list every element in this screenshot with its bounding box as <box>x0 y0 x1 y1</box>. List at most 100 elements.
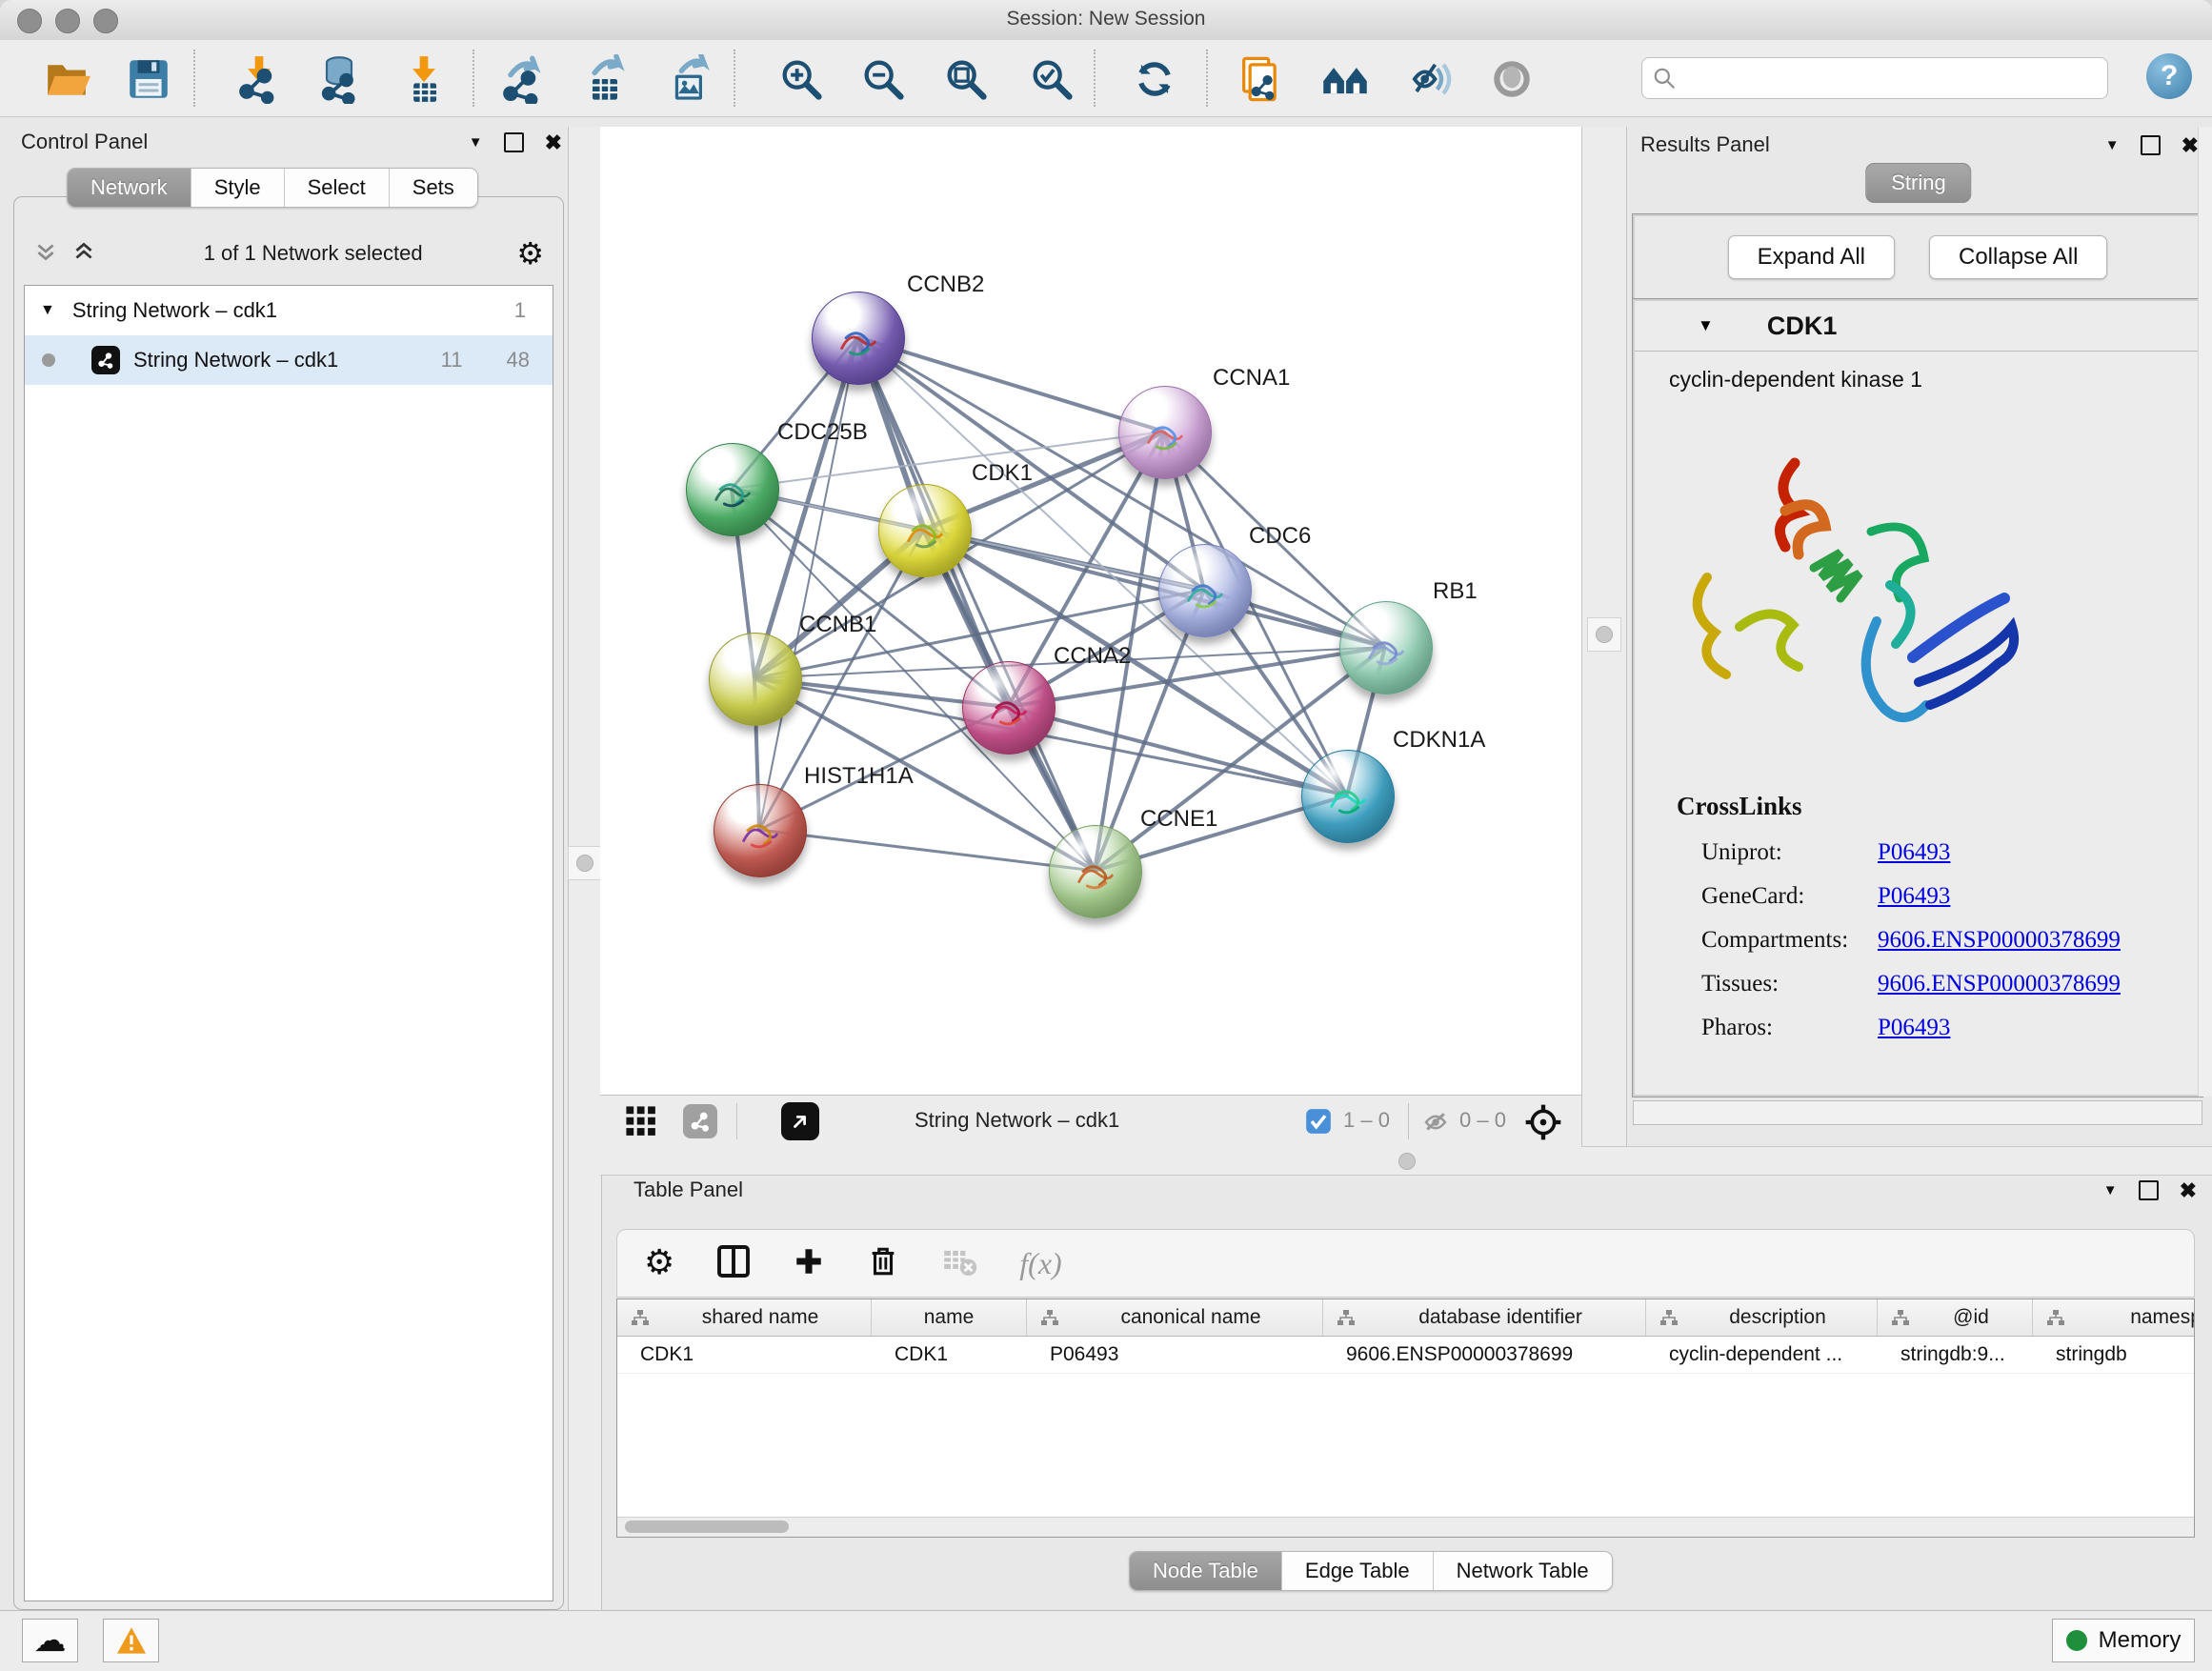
grid-view-button[interactable] <box>617 1097 665 1145</box>
search-input[interactable] <box>1677 67 2107 91</box>
table-cell[interactable]: 9606.ENSP00000378699 <box>1323 1337 1646 1373</box>
disabled-sphere-button[interactable] <box>1484 51 1539 107</box>
network-node-CCNB2[interactable] <box>812 292 905 385</box>
houses-button[interactable] <box>1317 51 1373 107</box>
results-panel-float-icon[interactable] <box>2141 135 2161 155</box>
crosslink-link[interactable]: P06493 <box>1878 875 1950 918</box>
refresh-layout-button[interactable] <box>1127 51 1182 107</box>
tab-network-table[interactable]: Network Table <box>1434 1552 1612 1590</box>
network-node-CDC6[interactable] <box>1158 544 1252 637</box>
open-session-button[interactable] <box>40 51 95 107</box>
network-edge-CDK1-RB1[interactable] <box>924 530 1385 647</box>
table-cell[interactable]: CDK1 <box>872 1337 1027 1373</box>
memory-button[interactable]: Memory <box>2052 1619 2195 1662</box>
right-vertical-splitter[interactable] <box>1581 127 1627 1146</box>
network-options-gear-icon[interactable]: ⚙ <box>516 239 544 268</box>
network-canvas[interactable]: CCNB2CCNA1CDC25BCDK1CDC6RB1CCNB1CCNA2CDK… <box>600 127 1581 1095</box>
column-header-name[interactable]: name <box>872 1299 1027 1336</box>
column-header-namespace[interactable]: namespace <box>2033 1299 2195 1336</box>
network-node-CCNA1[interactable] <box>1118 386 1212 479</box>
horizontal-splitter[interactable] <box>600 1146 2212 1176</box>
export-table-button[interactable] <box>577 51 633 107</box>
network-node-CDC25B[interactable] <box>686 443 779 536</box>
add-column-icon[interactable] <box>793 1245 825 1282</box>
toolbar-search-box[interactable] <box>1641 57 2108 99</box>
network-node-CDK1[interactable] <box>878 484 972 577</box>
table-panel-collapse-icon[interactable]: ▼ <box>2103 1182 2118 1198</box>
import-network-file-button[interactable] <box>231 51 287 107</box>
control-panel-collapse-icon[interactable]: ▼ <box>469 134 483 151</box>
network-edge-CCNB2-HIST1H1A[interactable] <box>759 337 857 830</box>
network-from-selection-button[interactable] <box>1233 51 1288 107</box>
table-panel-float-icon[interactable] <box>2139 1180 2159 1200</box>
tab-style[interactable]: Style <box>191 169 285 207</box>
fit-crosshair-icon[interactable] <box>1524 1103 1562 1146</box>
zoom-in-button[interactable] <box>774 51 829 107</box>
column-header-canonical-name[interactable]: canonical name <box>1027 1299 1323 1336</box>
show-columns-icon[interactable] <box>716 1244 751 1283</box>
network-row[interactable]: String Network – cdk1 11 48 <box>25 335 553 385</box>
cloud-button[interactable]: ☁ <box>22 1619 78 1662</box>
export-network-button[interactable] <box>495 51 551 107</box>
tab-edge-table[interactable]: Edge Table <box>1282 1552 1434 1590</box>
zoom-fit-button[interactable] <box>938 51 994 107</box>
crosslink-link[interactable]: P06493 <box>1878 831 1950 875</box>
zoom-selected-button[interactable] <box>1024 51 1079 107</box>
hidden-eye-icon[interactable] <box>1421 1108 1450 1141</box>
crosslink-link[interactable]: 9606.ENSP00000378699 <box>1878 962 2121 1006</box>
crosslink-link[interactable]: P06493 <box>1878 1006 1950 1050</box>
results-vertical-scrollbar[interactable] <box>2198 127 2212 1097</box>
expand-all-networks-icon[interactable] <box>33 239 58 269</box>
control-panel-close-icon[interactable]: ✖ <box>545 134 562 151</box>
save-session-button[interactable] <box>121 51 176 107</box>
network-node-CCNA2[interactable] <box>962 661 1056 755</box>
import-network-database-button[interactable] <box>312 51 367 107</box>
column-header-description[interactable]: description <box>1646 1299 1878 1336</box>
expand-all-button[interactable]: Expand All <box>1728 235 1895 279</box>
right-splitter-handle[interactable] <box>1587 617 1621 652</box>
left-vertical-splitter[interactable] <box>568 127 602 1610</box>
results-bottom-scrollbar[interactable] <box>1633 1100 2202 1125</box>
birds-eye-view-button[interactable] <box>774 1097 826 1145</box>
gene-collapse-icon[interactable]: ▼ <box>1698 316 1714 335</box>
network-edge-CCNB2-CCNA1[interactable] <box>857 337 1164 432</box>
table-cell[interactable]: CDK1 <box>617 1337 872 1373</box>
crosslink-link[interactable]: 9606.ENSP00000378699 <box>1878 918 2121 962</box>
network-node-RB1[interactable] <box>1339 601 1433 695</box>
tab-select[interactable]: Select <box>285 169 390 207</box>
scrollbar-thumb[interactable] <box>625 1520 789 1533</box>
collection-expand-icon[interactable]: ▼ <box>40 302 55 319</box>
help-button[interactable]: ? <box>2146 53 2192 99</box>
selected-checkbox-icon[interactable] <box>1305 1108 1332 1139</box>
results-panel-close-icon[interactable]: ✖ <box>2182 137 2199 153</box>
tab-sets[interactable]: Sets <box>390 169 477 207</box>
table-horizontal-scrollbar[interactable] <box>617 1517 2194 1537</box>
collapse-all-networks-icon[interactable] <box>71 239 96 269</box>
function-builder-icon[interactable]: f(x) <box>1019 1246 1061 1281</box>
table-row[interactable]: CDK1CDK1P064939606.ENSP00000378699cyclin… <box>617 1337 2194 1374</box>
warnings-button[interactable] <box>103 1619 159 1662</box>
network-node-CCNB1[interactable] <box>709 633 802 726</box>
network-node-HIST1H1A[interactable] <box>714 784 807 877</box>
table-options-gear-icon[interactable]: ⚙ <box>644 1249 674 1278</box>
table-cell[interactable]: P06493 <box>1027 1337 1323 1373</box>
gene-header-row[interactable]: ▼ CDK1 <box>1635 301 2201 352</box>
table-panel-close-icon[interactable]: ✖ <box>2180 1182 2197 1198</box>
control-panel-float-icon[interactable] <box>504 132 524 152</box>
import-table-button[interactable] <box>396 51 452 107</box>
table-cell[interactable]: cyclin-dependent ... <box>1646 1337 1878 1373</box>
column-header-database-identifier[interactable]: database identifier <box>1323 1299 1646 1336</box>
tab-network[interactable]: Network <box>68 169 191 207</box>
network-node-CCNE1[interactable] <box>1049 825 1142 918</box>
tab-string[interactable]: String <box>1865 163 1971 203</box>
delete-table-icon[interactable] <box>941 1243 977 1284</box>
table-cell[interactable]: stringdb <box>2033 1337 2195 1373</box>
column-header--id[interactable]: @id <box>1878 1299 2033 1336</box>
collapse-all-button[interactable]: Collapse All <box>1929 235 2107 279</box>
tab-node-table[interactable]: Node Table <box>1130 1552 1282 1590</box>
show-hide-graphics-button[interactable] <box>1401 51 1457 107</box>
network-edge-HIST1H1A-CCNE1[interactable] <box>759 830 1095 871</box>
column-header-shared-name[interactable]: shared name <box>617 1299 872 1336</box>
network-edge-CCNB2-CCNE1[interactable] <box>857 337 1095 871</box>
network-view-button[interactable] <box>676 1097 724 1145</box>
